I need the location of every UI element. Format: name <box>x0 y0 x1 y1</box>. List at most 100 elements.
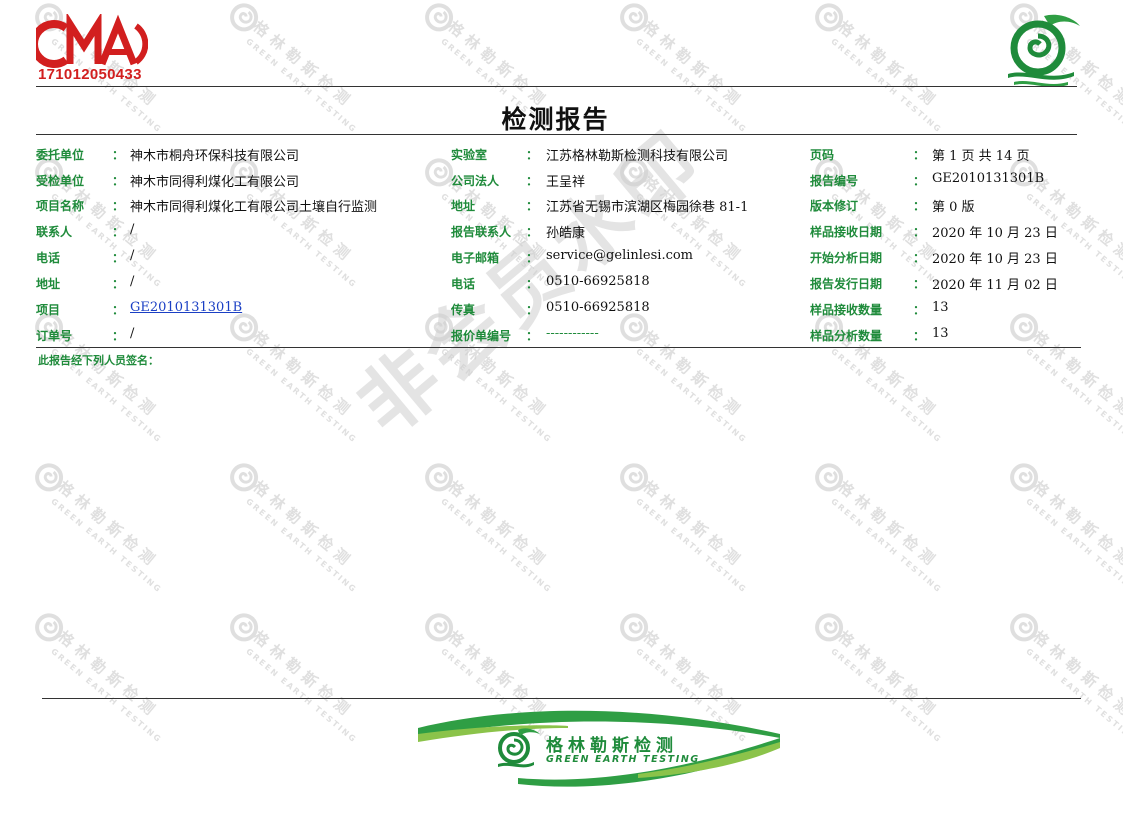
watermark-tile-cn: 格林勒斯检测 <box>444 17 553 113</box>
watermark-tile-cn: 格林勒斯检测 <box>639 477 748 573</box>
address-label: 地址 <box>451 199 476 213</box>
footer-divider <box>42 698 1081 699</box>
watermark-tile: 格林勒斯检测 GREEN EARTH TESTING <box>0 453 164 636</box>
report-issue-date-value: 2020 年 11 月 02 日 <box>932 278 1058 293</box>
sample-received-date-label: 样品接收日期 <box>810 225 883 239</box>
colon: ： <box>526 329 539 343</box>
samples-received-count-label: 样品接收数量 <box>810 303 883 317</box>
watermark-swirl-icon <box>620 613 649 642</box>
laboratory-label: 实验室 <box>451 148 488 162</box>
colon: ： <box>913 148 926 162</box>
client-address-label: 地址 <box>36 277 61 291</box>
watermark-tile-en: GREEN EARTH TESTING <box>1024 496 1123 595</box>
watermark-tile-en: GREEN EARTH TESTING <box>49 646 164 745</box>
inspected-unit-label: 受检单位 <box>36 174 85 188</box>
report-number-label: 报告编号 <box>810 174 859 188</box>
project-name-label: 项目名称 <box>36 199 85 213</box>
legal-rep-label: 公司法人 <box>451 174 500 188</box>
client-address-value: / <box>130 274 135 289</box>
watermark-swirl-icon <box>815 3 844 32</box>
page-number-label: 页码 <box>810 148 835 162</box>
project-label: 项目 <box>36 303 61 317</box>
report-contact-value: 孙皓康 <box>546 226 586 241</box>
watermark-tile: 格林勒斯检测 GREEN EARTH TESTING <box>353 453 554 636</box>
analysis-start-date-label: 开始分析日期 <box>810 251 883 265</box>
address-value: 江苏省无锡市滨湖区梅园徐巷 81-1 <box>546 200 749 215</box>
colon: ： <box>526 303 539 317</box>
watermark-tile-cn: 格林勒斯检测 <box>834 477 943 573</box>
phone-value: / <box>130 248 135 263</box>
laboratory-value: 江苏格林勒斯检测科技有限公司 <box>546 149 729 164</box>
watermark-tile-cn: 格林勒斯检测 <box>834 17 943 113</box>
info-row: 订单号 ： / 报价单编号 ： ------------ 样品分析数量 ： 13 <box>36 321 1081 347</box>
version-value: 第 0 版 <box>932 200 975 215</box>
page-title: 检测报告 <box>501 105 610 134</box>
project-name-value: 神木市同得利煤化工有限公司土壤自行监测 <box>130 200 378 215</box>
analysis-start-date-value: 2020 年 10 月 23 日 <box>932 252 1058 267</box>
watermark-tile-en: GREEN EARTH TESTING <box>829 496 944 595</box>
colon: ： <box>526 174 539 188</box>
watermark-tile-cn: 格林勒斯检测 <box>1029 477 1123 573</box>
project-link[interactable]: GE2010131301B <box>130 300 242 315</box>
watermark-swirl-icon <box>425 613 454 642</box>
watermark-tile: 格林勒斯检测 GREEN EARTH TESTING <box>158 603 359 786</box>
colon: ： <box>112 174 125 188</box>
colon: ： <box>112 148 125 162</box>
watermark-tile: 格林勒斯检测 GREEN EARTH TESTING <box>743 453 944 636</box>
client-value: 神木市桐舟环保科技有限公司 <box>130 149 300 164</box>
colon: ： <box>913 174 926 188</box>
colon: ： <box>112 329 125 343</box>
fax-label: 传真 <box>451 303 476 317</box>
watermark-swirl-icon <box>425 3 454 32</box>
watermark-tile-en: GREEN EARTH TESTING <box>244 496 359 595</box>
info-row: 电话 ： / 电子邮箱 ： service@gelinlesi.com 开始分析… <box>36 243 1081 269</box>
client-label: 委托单位 <box>36 148 85 162</box>
watermark-swirl-icon <box>815 463 844 492</box>
watermark-swirl-icon <box>35 613 64 642</box>
watermark-tile-cn: 格林勒斯检测 <box>54 477 163 573</box>
inspected-unit-value: 神木市同得利煤化工有限公司 <box>130 175 300 190</box>
watermark-swirl-icon <box>1010 613 1039 642</box>
watermark-swirl-icon <box>425 463 454 492</box>
report-contact-label: 报告联系人 <box>451 225 512 239</box>
fax-value: 0510-66925818 <box>546 300 650 315</box>
colon: ： <box>526 251 539 265</box>
watermark-swirl-icon <box>620 3 649 32</box>
info-row: 项目 ： GE2010131301B 传真 ： 0510-66925818 样品… <box>36 295 1081 321</box>
green-earth-logo-icon <box>1008 14 1080 87</box>
quote-number-label: 报价单编号 <box>451 329 512 343</box>
watermark-tile-en: GREEN EARTH TESTING <box>439 496 554 595</box>
info-row: 地址 ： / 电话 ： 0510-66925818 报告发行日期 ： 2020 … <box>36 269 1081 295</box>
report-info-table: 委托单位 ： 神木市桐舟环保科技有限公司 实验室 ： 江苏格林勒斯检测科技有限公… <box>36 140 1081 348</box>
info-row: 受检单位 ： 神木市同得利煤化工有限公司 公司法人 ： 王呈祥 报告编号 ： G… <box>36 166 1081 192</box>
watermark-tile: 格林勒斯检测 GREEN EARTH TESTING <box>548 453 749 636</box>
quote-number-value: ------------ <box>546 326 599 341</box>
email-label: 电子邮箱 <box>451 251 500 265</box>
colon: ： <box>913 251 926 265</box>
sample-received-date-value: 2020 年 10 月 23 日 <box>932 226 1058 241</box>
watermark-tile-en: GREEN EARTH TESTING <box>634 346 749 445</box>
watermark-tile-en: GREEN EARTH TESTING <box>1024 346 1123 445</box>
watermark-swirl-icon <box>230 463 259 492</box>
watermark-tile-en: GREEN EARTH TESTING <box>829 346 944 445</box>
watermark-tile-en: GREEN EARTH TESTING <box>49 496 164 595</box>
info-row: 联系人 ： / 报告联系人 ： 孙皓康 样品接收日期 ： 2020 年 10 月… <box>36 217 1081 243</box>
samples-analyzed-count-value: 13 <box>932 326 949 341</box>
watermark-tile-cn: 格林勒斯检测 <box>1029 627 1123 723</box>
lab-phone-value: 0510-66925818 <box>546 274 650 289</box>
colon: ： <box>913 225 926 239</box>
watermark-swirl-icon <box>35 463 64 492</box>
order-number-value: / <box>130 326 135 341</box>
watermark-tile-cn: 格林勒斯检测 <box>444 477 553 573</box>
watermark-tile-cn: 格林勒斯检测 <box>249 17 358 113</box>
colon: ： <box>526 277 539 291</box>
watermark-swirl-icon <box>815 613 844 642</box>
watermark-swirl-icon <box>230 613 259 642</box>
colon: ： <box>526 148 539 162</box>
watermark-tile: 格林勒斯检测 GREEN EARTH TESTING <box>938 603 1123 786</box>
colon: ： <box>913 199 926 213</box>
colon: ： <box>112 225 125 239</box>
watermark-tile-en: GREEN EARTH TESTING <box>244 646 359 745</box>
colon: ： <box>526 225 539 239</box>
report-number-value: GE2010131301B <box>932 171 1045 186</box>
